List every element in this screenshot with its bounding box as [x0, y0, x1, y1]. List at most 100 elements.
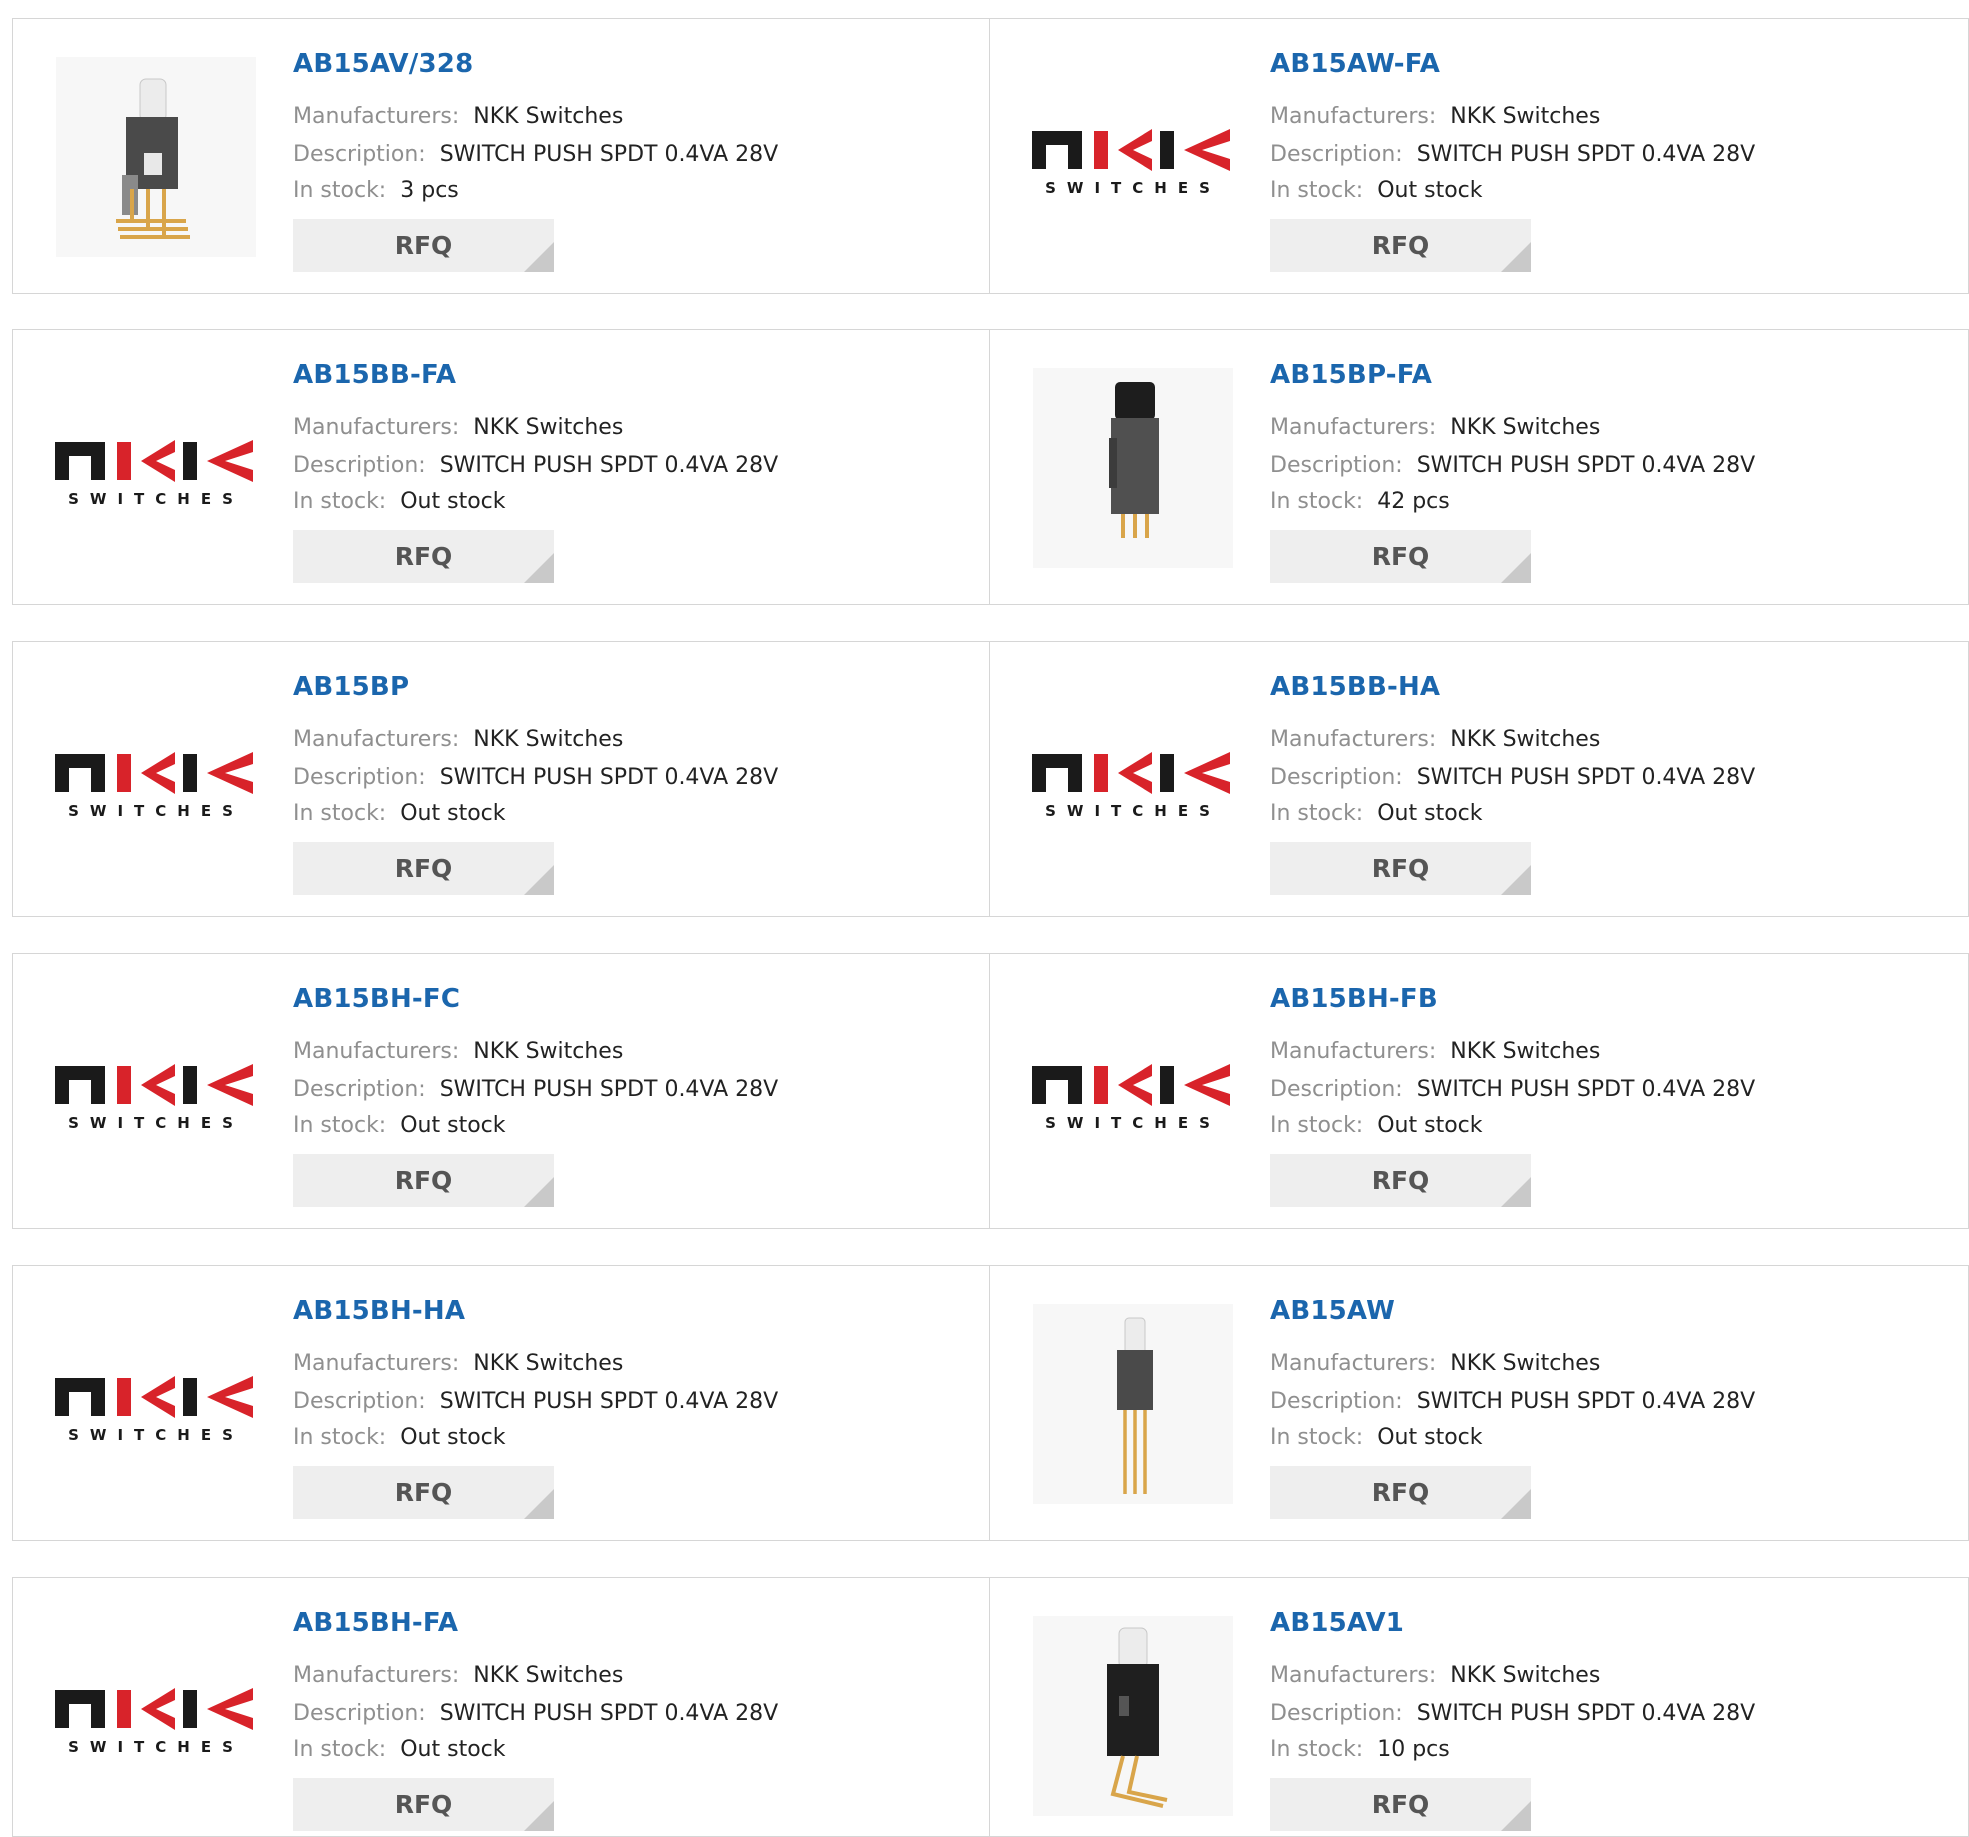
- part-number-link[interactable]: AB15AW-FA: [1270, 49, 1440, 79]
- rfq-label: RFQ: [1371, 1478, 1430, 1507]
- nkk-logo[interactable]: SWITCHES: [53, 680, 258, 880]
- description-value: SWITCH PUSH SPDT 0.4VA 28V: [439, 1077, 779, 1102]
- product-card: AB15AV/328 Manufacturers: NKK Switches D…: [12, 18, 991, 294]
- part-number-link[interactable]: AB15AW: [1270, 1296, 1395, 1326]
- manufacturer-row: Manufacturers: NKK Switches: [293, 1662, 623, 1690]
- manufacturer-label: Manufacturers:: [1270, 1663, 1437, 1688]
- nkk-logo[interactable]: SWITCHES: [1030, 992, 1235, 1192]
- stock-row: In stock: 42 pcs: [1270, 488, 1450, 516]
- description-label: Description:: [1270, 1389, 1403, 1414]
- manufacturer-value: NKK Switches: [473, 1351, 624, 1376]
- stock-value: 42 pcs: [1377, 489, 1450, 514]
- rfq-button[interactable]: RFQ: [293, 1466, 554, 1519]
- description-value: SWITCH PUSH SPDT 0.4VA 28V: [439, 453, 779, 478]
- rfq-label: RFQ: [394, 1166, 453, 1195]
- nkk-logo[interactable]: SWITCHES: [1030, 680, 1235, 880]
- rfq-button[interactable]: RFQ: [1270, 1778, 1531, 1831]
- description-label: Description:: [1270, 142, 1403, 167]
- svg-text:SWITCHES: SWITCHES: [68, 490, 244, 508]
- stock-value: 3 pcs: [400, 178, 459, 203]
- rfq-label: RFQ: [394, 1478, 453, 1507]
- description-label: Description:: [293, 1389, 426, 1414]
- description-value: SWITCH PUSH SPDT 0.4VA 28V: [1416, 453, 1756, 478]
- part-number-link[interactable]: AB15BP-FA: [1270, 360, 1432, 390]
- part-number-link[interactable]: AB15BB-FA: [293, 360, 456, 390]
- nkk-logo[interactable]: SWITCHES: [53, 368, 258, 568]
- nkk-logo[interactable]: SWITCHES: [1030, 57, 1235, 257]
- part-number-link[interactable]: AB15BH-FC: [293, 984, 460, 1014]
- nkk-logo[interactable]: SWITCHES: [53, 1616, 258, 1816]
- stock-label: In stock:: [293, 1737, 387, 1762]
- nkk-logo[interactable]: SWITCHES: [53, 1304, 258, 1504]
- description-value: SWITCH PUSH SPDT 0.4VA 28V: [439, 1389, 779, 1414]
- stock-row: In stock: Out stock: [293, 800, 506, 828]
- rfq-button[interactable]: RFQ: [1270, 530, 1531, 583]
- corner-fold-icon: [524, 865, 554, 895]
- product-image[interactable]: [53, 57, 258, 257]
- manufacturer-label: Manufacturers:: [293, 1039, 460, 1064]
- manufacturer-value: NKK Switches: [1450, 415, 1601, 440]
- svg-text:SWITCHES: SWITCHES: [1045, 1114, 1221, 1132]
- stock-row: In stock: Out stock: [1270, 177, 1483, 205]
- manufacturer-label: Manufacturers:: [1270, 1039, 1437, 1064]
- product-image[interactable]: [1030, 368, 1235, 568]
- description-value: SWITCH PUSH SPDT 0.4VA 28V: [1416, 1701, 1756, 1726]
- rfq-button[interactable]: RFQ: [1270, 1154, 1531, 1207]
- svg-text:SWITCHES: SWITCHES: [68, 1114, 244, 1132]
- stock-row: In stock: 10 pcs: [1270, 1736, 1450, 1764]
- part-number-link[interactable]: AB15AV1: [1270, 1608, 1404, 1638]
- manufacturer-value: NKK Switches: [473, 1039, 624, 1064]
- manufacturer-value: NKK Switches: [473, 1663, 624, 1688]
- stock-label: In stock:: [293, 801, 387, 826]
- rfq-label: RFQ: [394, 1790, 453, 1819]
- rfq-button[interactable]: RFQ: [1270, 842, 1531, 895]
- stock-value: Out stock: [400, 1737, 506, 1762]
- rfq-button[interactable]: RFQ: [293, 530, 554, 583]
- description-row: Description: SWITCH PUSH SPDT 0.4VA 28V: [293, 141, 778, 169]
- stock-label: In stock:: [1270, 489, 1364, 514]
- manufacturer-row: Manufacturers: NKK Switches: [1270, 1350, 1600, 1378]
- corner-fold-icon: [524, 1489, 554, 1519]
- description-row: Description: SWITCH PUSH SPDT 0.4VA 28V: [1270, 452, 1755, 480]
- corner-fold-icon: [1501, 553, 1531, 583]
- part-number-link[interactable]: AB15BH-FB: [1270, 984, 1438, 1014]
- product-card: SWITCHES AB15BB-HA Manufacturers: NKK Sw…: [989, 641, 1969, 917]
- rfq-button[interactable]: RFQ: [1270, 1466, 1531, 1519]
- part-number-link[interactable]: AB15BB-HA: [1270, 672, 1440, 702]
- product-card: SWITCHES AB15BH-FC Manufacturers: NKK Sw…: [12, 953, 991, 1229]
- stock-label: In stock:: [1270, 1113, 1364, 1138]
- rfq-button[interactable]: RFQ: [293, 219, 554, 272]
- corner-fold-icon: [1501, 865, 1531, 895]
- description-value: SWITCH PUSH SPDT 0.4VA 28V: [1416, 765, 1756, 790]
- svg-text:SWITCHES: SWITCHES: [1045, 802, 1221, 820]
- manufacturer-row: Manufacturers: NKK Switches: [293, 414, 623, 442]
- rfq-button[interactable]: RFQ: [1270, 219, 1531, 272]
- rfq-button[interactable]: RFQ: [293, 1778, 554, 1831]
- product-card: SWITCHES AB15BH-HA Manufacturers: NKK Sw…: [12, 1265, 991, 1541]
- product-image[interactable]: [1030, 1304, 1235, 1504]
- rfq-button[interactable]: RFQ: [293, 842, 554, 895]
- stock-value: 10 pcs: [1377, 1737, 1450, 1762]
- description-value: SWITCH PUSH SPDT 0.4VA 28V: [439, 142, 779, 167]
- corner-fold-icon: [524, 553, 554, 583]
- product-image[interactable]: [1030, 1616, 1235, 1816]
- manufacturer-row: Manufacturers: NKK Switches: [1270, 414, 1600, 442]
- part-number-link[interactable]: AB15BP: [293, 672, 409, 702]
- corner-fold-icon: [1501, 1489, 1531, 1519]
- stock-row: In stock: Out stock: [1270, 1112, 1483, 1140]
- manufacturer-value: NKK Switches: [473, 727, 624, 752]
- rfq-button[interactable]: RFQ: [293, 1154, 554, 1207]
- part-number-link[interactable]: AB15BH-HA: [293, 1296, 465, 1326]
- manufacturer-value: NKK Switches: [1450, 1351, 1601, 1376]
- part-number-link[interactable]: AB15BH-FA: [293, 1608, 458, 1638]
- stock-label: In stock:: [293, 489, 387, 514]
- part-number-link[interactable]: AB15AV/328: [293, 49, 473, 79]
- description-row: Description: SWITCH PUSH SPDT 0.4VA 28V: [293, 764, 778, 792]
- nkk-logo[interactable]: SWITCHES: [53, 992, 258, 1192]
- stock-label: In stock:: [293, 178, 387, 203]
- stock-label: In stock:: [1270, 801, 1364, 826]
- description-label: Description:: [293, 1077, 426, 1102]
- manufacturer-row: Manufacturers: NKK Switches: [1270, 726, 1600, 754]
- description-label: Description:: [293, 1701, 426, 1726]
- description-label: Description:: [1270, 453, 1403, 478]
